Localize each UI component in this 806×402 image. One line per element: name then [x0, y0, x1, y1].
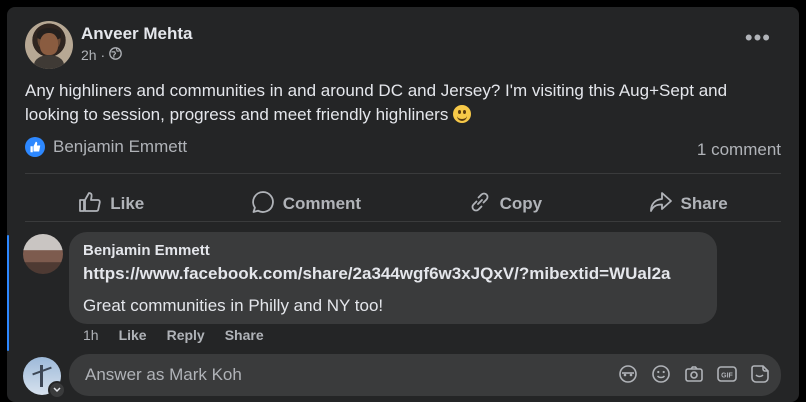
sticker-icon[interactable]: [749, 363, 771, 385]
reaction-summary[interactable]: Benjamin Emmett: [25, 137, 187, 157]
svg-text:GIF: GIF: [721, 373, 733, 380]
post-meta: 2h ·: [81, 47, 122, 63]
comment-like-button[interactable]: Like: [119, 327, 147, 343]
comment-link[interactable]: https://www.facebook.com/share/2a344wgf6…: [83, 264, 670, 284]
share-label: Share: [680, 194, 728, 213]
post-text: Any highliners and communities in and ar…: [25, 81, 728, 124]
reply-toolbar: GIF: [617, 363, 771, 385]
copy-label: Copy: [499, 194, 543, 213]
share-icon: [649, 191, 673, 218]
copy-icon: [468, 190, 492, 219]
share-button[interactable]: Share: [649, 191, 728, 218]
reply-input[interactable]: [83, 364, 587, 386]
like-label: Like: [110, 194, 145, 213]
avatar-sticker-icon[interactable]: [617, 363, 639, 385]
copy-button[interactable]: Copy: [468, 190, 543, 219]
comment-bubble: Benjamin Emmett https://www.facebook.com…: [69, 232, 717, 324]
camera-icon[interactable]: [683, 363, 705, 385]
comment-icon: [251, 190, 275, 219]
post-body: Any highliners and communities in and ar…: [25, 79, 785, 127]
avatar-face: [40, 33, 58, 55]
comment-button[interactable]: Comment: [251, 190, 361, 219]
commenter-avatar[interactable]: [23, 234, 63, 274]
post-time[interactable]: 2h ·: [81, 47, 105, 63]
comment-reply-button[interactable]: Reply: [167, 327, 205, 343]
comment-actions: 1h Like Reply Share: [83, 327, 264, 343]
more-icon[interactable]: •••: [745, 27, 771, 49]
globe-icon: [109, 47, 122, 63]
comment-share-button[interactable]: Share: [225, 327, 264, 343]
smile-emoji-icon: [453, 105, 472, 123]
comment-time[interactable]: 1h: [83, 327, 99, 343]
reactor-name: Benjamin Emmett: [53, 137, 188, 156]
like-button[interactable]: Like: [78, 191, 144, 218]
like-icon: [78, 191, 102, 218]
comment-count[interactable]: 1 comment: [697, 140, 781, 160]
chevron-down-icon[interactable]: [48, 381, 66, 399]
comment-label: Comment: [282, 194, 362, 213]
reply-box: GIF: [69, 354, 781, 396]
avatar-body: [34, 55, 64, 69]
gif-icon[interactable]: GIF: [716, 363, 738, 385]
comment-author[interactable]: Benjamin Emmett: [83, 242, 210, 259]
comment-text: Great communities in Philly and NY too!: [83, 296, 384, 315]
thread-indicator: [7, 235, 9, 351]
avatar-figure: [40, 365, 43, 387]
post-card: Anveer Mehta 2h · ••• Any highliners and…: [7, 7, 799, 402]
author-avatar[interactable]: [25, 21, 73, 69]
divider: [25, 221, 781, 222]
emoji-icon[interactable]: [650, 363, 672, 385]
divider: [25, 173, 781, 174]
post-author[interactable]: Anveer Mehta: [81, 24, 192, 44]
like-badge-icon: [25, 137, 45, 157]
